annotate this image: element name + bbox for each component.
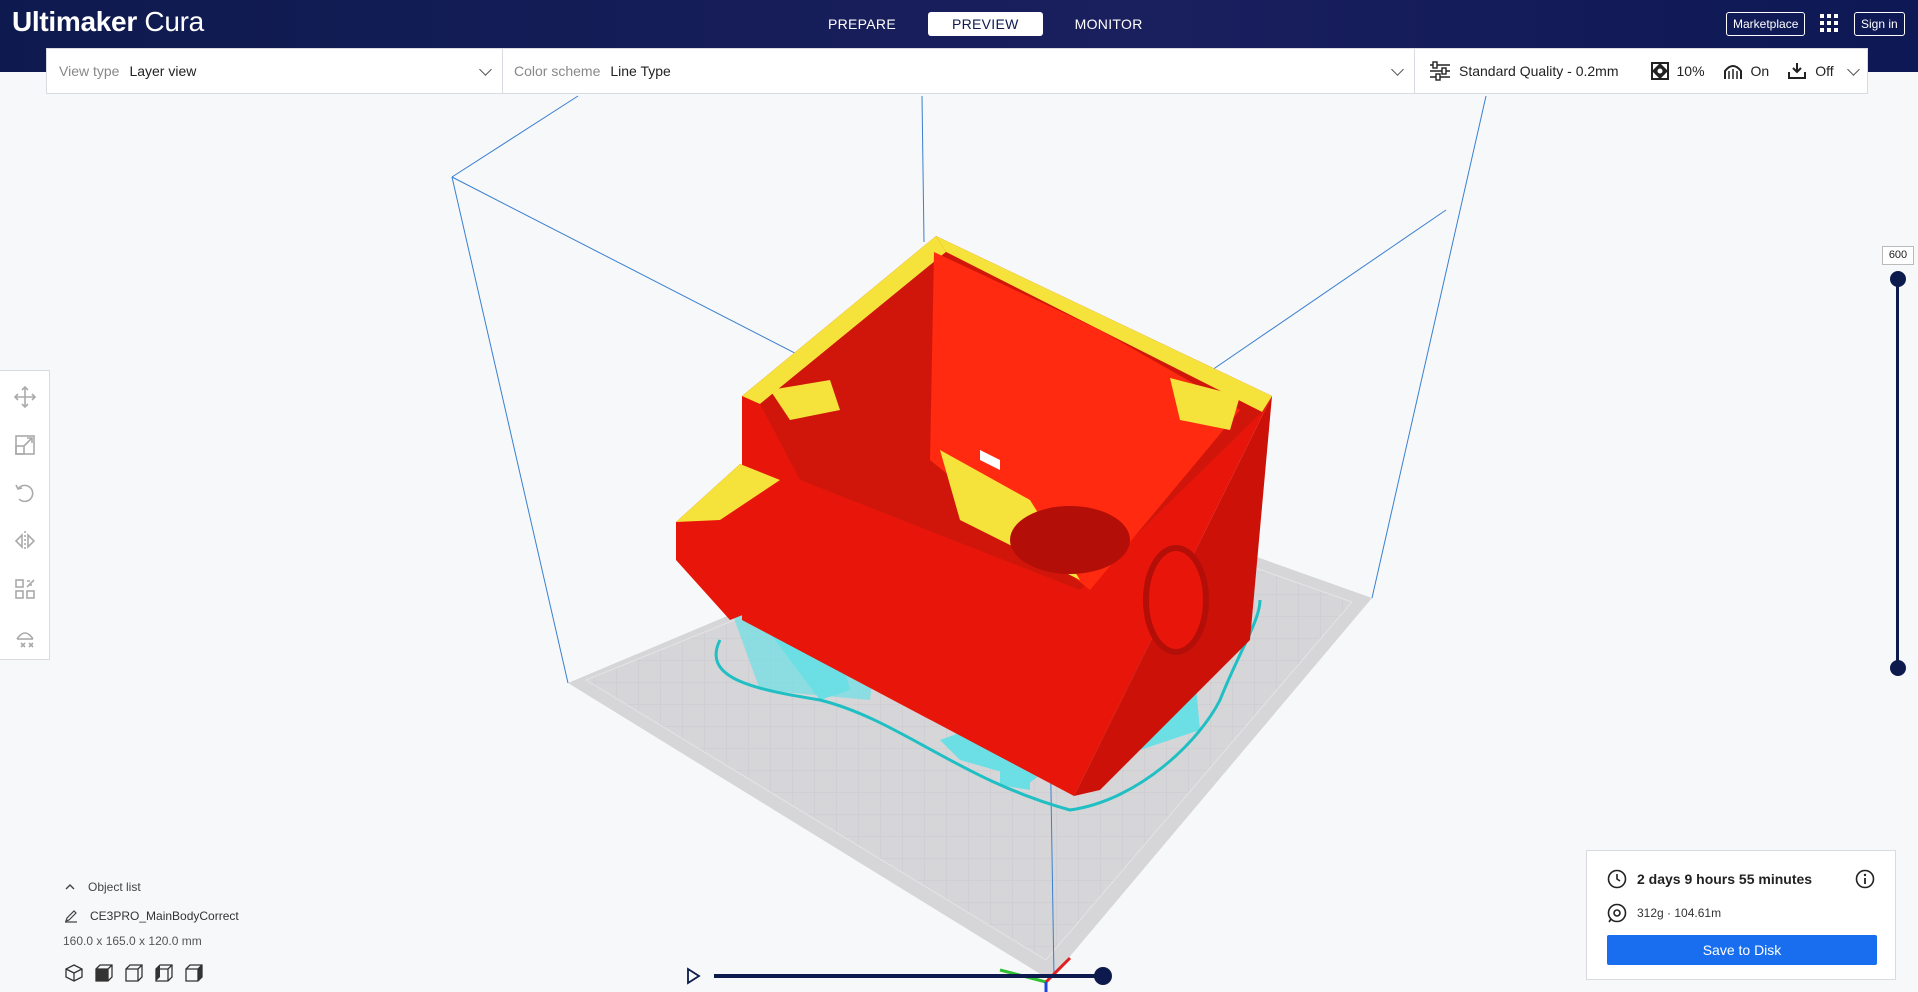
infill-value: 10%: [1676, 63, 1705, 79]
infill-setting: 10%: [1650, 62, 1705, 80]
pencil-icon: [65, 910, 77, 923]
scale-icon[interactable]: [13, 433, 37, 457]
marketplace-button[interactable]: Marketplace: [1726, 12, 1806, 36]
layer-slider-lower-handle[interactable]: [1890, 660, 1906, 676]
print-information-panel: 2 days 9 hours 55 minutes 312g · 104.61m…: [1586, 850, 1896, 980]
view-type-dropdown[interactable]: View type Layer view: [59, 49, 196, 93]
apps-grid-icon[interactable]: [1820, 14, 1840, 34]
save-to-disk-button[interactable]: Save to Disk: [1607, 935, 1877, 965]
object-name[interactable]: CE3PRO_MainBodyCorrect: [64, 909, 239, 923]
infill-icon: [1650, 62, 1669, 80]
object-dimensions: 160.0 x 165.0 x 120.0 mm: [63, 934, 202, 948]
top-view-icon[interactable]: [124, 963, 144, 983]
play-icon[interactable]: [683, 966, 703, 986]
info-icon[interactable]: [1855, 869, 1875, 889]
support-setting: On: [1723, 62, 1770, 80]
simulation-slider-track[interactable]: [714, 974, 1104, 978]
chevron-down-icon[interactable]: [479, 63, 492, 76]
chevron-down-icon[interactable]: [1391, 63, 1404, 76]
print-settings-summary[interactable]: Standard Quality - 0.2mm 10% On Off: [1429, 49, 1852, 93]
adhesion-value: Off: [1815, 63, 1834, 79]
view-toolbar: View type Layer view Color scheme Line T…: [46, 48, 1868, 94]
support-icon: [1723, 65, 1742, 79]
chevron-up-icon: [65, 884, 75, 890]
tab-prepare[interactable]: PREPARE: [806, 12, 918, 36]
support-blocker-icon[interactable]: [13, 625, 37, 649]
adhesion-setting: Off: [1787, 62, 1834, 80]
adhesion-icon: [1788, 63, 1807, 79]
spool-icon: [1607, 903, 1627, 923]
mirror-icon[interactable]: [13, 529, 37, 553]
profile-setting: Standard Quality - 0.2mm: [1429, 61, 1619, 81]
color-scheme-value: Line Type: [610, 63, 671, 79]
material-estimate: 312g · 104.61m: [1607, 903, 1721, 923]
stage-tabs: PREPARE PREVIEW MONITOR: [806, 12, 1165, 36]
clock-icon: [1607, 869, 1627, 889]
support-value: On: [1750, 63, 1770, 79]
per-model-settings-icon[interactable]: [13, 577, 37, 601]
tab-monitor[interactable]: MONITOR: [1053, 12, 1165, 36]
profile-value: Standard Quality - 0.2mm: [1459, 63, 1619, 79]
move-icon[interactable]: [13, 385, 37, 409]
right-view-icon[interactable]: [184, 963, 204, 983]
sliders-icon: [1430, 61, 1450, 81]
3d-view-icon[interactable]: [64, 963, 84, 983]
print-time: 2 days 9 hours 55 minutes: [1607, 869, 1812, 889]
tab-preview[interactable]: PREVIEW: [927, 12, 1043, 36]
sign-in-button[interactable]: Sign in: [1854, 12, 1905, 36]
app-logo: Ultimaker Cura: [12, 6, 204, 37]
rotate-icon[interactable]: [13, 481, 37, 505]
object-list-toggle[interactable]: Object list: [64, 880, 141, 894]
tool-panel: [0, 370, 50, 660]
view-type-value: Layer view: [129, 63, 197, 79]
front-view-icon[interactable]: [94, 963, 114, 983]
layer-slider-track[interactable]: [1896, 279, 1899, 669]
view-type-label: View type: [59, 63, 120, 79]
left-view-icon[interactable]: [154, 963, 174, 983]
color-scheme-label: Color scheme: [514, 63, 601, 79]
camera-view-buttons: [64, 963, 204, 983]
color-scheme-dropdown[interactable]: Color scheme Line Type: [514, 49, 671, 93]
simulation-slider-handle[interactable]: [1094, 967, 1112, 985]
layer-slider-upper-handle[interactable]: [1890, 271, 1906, 287]
layer-number-input[interactable]: 600: [1882, 246, 1914, 265]
